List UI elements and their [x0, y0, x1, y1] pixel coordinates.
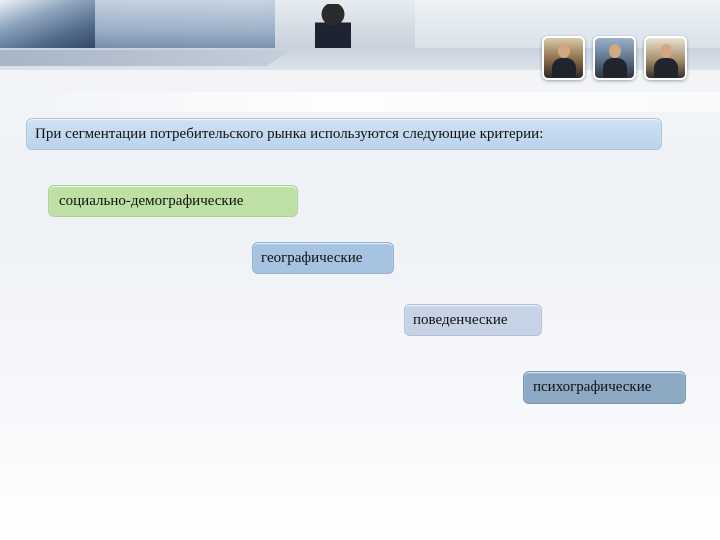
criterion-socio-demographic: социально-демографические	[48, 185, 298, 217]
slide-title: При сегментации потребительского рынка и…	[26, 118, 662, 150]
woman-photo	[275, 0, 415, 50]
criterion-psychographic: психографические	[523, 371, 686, 404]
building-photo	[0, 0, 95, 50]
business-people-photo	[593, 36, 636, 80]
office-photo	[95, 0, 275, 50]
business-meeting-photo	[542, 36, 585, 80]
criterion-geographic: географические	[252, 242, 394, 274]
thumbnail-strip	[542, 36, 687, 80]
decorative-band	[0, 92, 720, 112]
header-band-accent	[0, 50, 290, 66]
businessman-photo	[644, 36, 687, 80]
criterion-behavioral: поведенческие	[404, 304, 542, 336]
